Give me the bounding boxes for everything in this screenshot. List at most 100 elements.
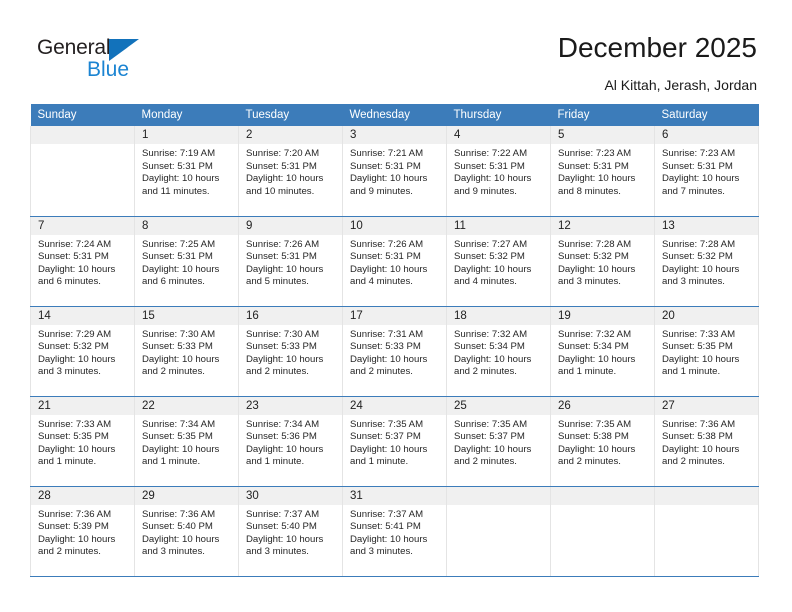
day-details: Sunrise: 7:32 AM Sunset: 5:34 PM Daylight:…: [551, 325, 654, 379]
day-number: 16: [239, 306, 342, 325]
day-number: 23: [239, 396, 342, 415]
day-detail-line: and 2 minutes.: [38, 546, 101, 558]
calendar-day-cell[interactable]: 3 Sunrise: 7:21 AM Sunset: 5:31 PM Daylight…: [342, 126, 447, 217]
weekday-header-monday: Monday: [134, 104, 239, 126]
calendar-day-cell[interactable]: 23 Sunrise: 7:34 AM Sunset: 5:36 PM Dayligh…: [238, 396, 343, 487]
day-detail-line: Daylight: 10 hours: [558, 443, 636, 455]
calendar-day-cell[interactable]: 2 Sunrise: 7:20 AM Sunset: 5:31 PM Daylight…: [238, 126, 343, 217]
calendar-week-row: 21 Sunrise: 7:33 AM Sunset: 5:35 PM Dayligh…: [30, 396, 759, 487]
calendar-day-cell[interactable]: 28 Sunrise: 7:36 AM Sunset: 5:39 PM Dayligh…: [30, 486, 135, 577]
calendar-day-cell[interactable]: 21 Sunrise: 7:33 AM Sunset: 5:35 PM Dayligh…: [30, 396, 135, 487]
calendar-day-cell[interactable]: 9 Sunrise: 7:26 AM Sunset: 5:31 PM Daylight…: [238, 216, 343, 307]
day-detail-line: and 2 minutes.: [142, 366, 205, 378]
day-detail-line: Sunrise: 7:37 AM: [246, 508, 320, 520]
calendar-day-cell[interactable]: 8 Sunrise: 7:25 AM Sunset: 5:31 PM Daylight…: [134, 216, 239, 307]
day-number: 5: [551, 126, 654, 144]
day-details: Sunrise: 7:23 AM Sunset: 5:31 PM Daylight:…: [655, 144, 758, 198]
day-detail-line: Sunrise: 7:24 AM: [38, 238, 112, 250]
generalblue-logo[interactable]: General Blue: [37, 36, 167, 86]
day-detail-line: Daylight: 10 hours: [38, 443, 116, 455]
day-number: 13: [655, 216, 758, 235]
day-detail-line: and 3 minutes.: [558, 276, 621, 288]
calendar-day-cell[interactable]: 18 Sunrise: 7:32 AM Sunset: 5:34 PM Dayligh…: [446, 306, 551, 397]
day-number: [447, 486, 550, 505]
day-detail-line: Daylight: 10 hours: [246, 353, 324, 365]
calendar-day-cell[interactable]: 15 Sunrise: 7:30 AM Sunset: 5:33 PM Dayligh…: [134, 306, 239, 397]
day-detail-line: and 2 minutes.: [246, 366, 309, 378]
day-details: Sunrise: 7:21 AM Sunset: 5:31 PM Daylight:…: [343, 144, 446, 198]
calendar-day-cell[interactable]: 24 Sunrise: 7:35 AM Sunset: 5:37 PM Dayligh…: [342, 396, 447, 487]
calendar-day-cell[interactable]: 27 Sunrise: 7:36 AM Sunset: 5:38 PM Dayligh…: [654, 396, 759, 487]
day-details: Sunrise: 7:27 AM Sunset: 5:32 PM Daylight:…: [447, 235, 550, 289]
calendar-week-row: 7 Sunrise: 7:24 AM Sunset: 5:31 PM Daylight…: [30, 216, 759, 307]
day-detail-line: and 3 minutes.: [142, 546, 205, 558]
calendar-day-cell[interactable]: 6 Sunrise: 7:23 AM Sunset: 5:31 PM Daylight…: [654, 126, 759, 217]
day-detail-line: Daylight: 10 hours: [558, 353, 636, 365]
day-detail-line: Sunset: 5:35 PM: [38, 431, 109, 443]
day-detail-line: Sunrise: 7:36 AM: [142, 508, 216, 520]
calendar-day-cell[interactable]: 10 Sunrise: 7:26 AM Sunset: 5:31 PM Dayligh…: [342, 216, 447, 307]
calendar-day-cell[interactable]: 7 Sunrise: 7:24 AM Sunset: 5:31 PM Daylight…: [30, 216, 135, 307]
calendar-page: General Blue December 2025 Al Kittah, Je…: [0, 0, 792, 612]
day-detail-line: Sunset: 5:38 PM: [662, 431, 733, 443]
day-detail-line: Daylight: 10 hours: [142, 263, 220, 275]
calendar-day-cell[interactable]: 13 Sunrise: 7:28 AM Sunset: 5:32 PM Dayligh…: [654, 216, 759, 307]
day-number: [655, 486, 758, 505]
day-detail-line: Sunrise: 7:37 AM: [350, 508, 424, 520]
day-detail-line: Daylight: 10 hours: [142, 533, 220, 545]
calendar-day-cell[interactable]: 12 Sunrise: 7:28 AM Sunset: 5:32 PM Dayligh…: [550, 216, 655, 307]
day-number: 2: [239, 126, 342, 144]
day-detail-line: and 6 minutes.: [38, 276, 101, 288]
day-number: 27: [655, 396, 758, 415]
weekday-header-sunday: Sunday: [30, 104, 135, 126]
calendar-day-cell[interactable]: 30 Sunrise: 7:37 AM Sunset: 5:40 PM Dayligh…: [238, 486, 343, 577]
day-details: Sunrise: 7:37 AM Sunset: 5:41 PM Daylight:…: [343, 505, 446, 559]
calendar-day-cell[interactable]: 14 Sunrise: 7:29 AM Sunset: 5:32 PM Dayligh…: [30, 306, 135, 397]
weekday-header-friday: Friday: [550, 104, 655, 126]
weekday-header-saturday: Saturday: [654, 104, 759, 126]
calendar-day-cell[interactable]: 5 Sunrise: 7:23 AM Sunset: 5:31 PM Daylight…: [550, 126, 655, 217]
day-detail-line: and 1 minute.: [38, 456, 97, 468]
calendar-day-cell[interactable]: 1 Sunrise: 7:19 AM Sunset: 5:31 PM Daylight…: [134, 126, 239, 217]
day-details: Sunrise: 7:35 AM Sunset: 5:38 PM Daylight:…: [551, 415, 654, 469]
day-detail-line: Sunrise: 7:30 AM: [142, 328, 216, 340]
calendar-day-cell[interactable]: 4 Sunrise: 7:22 AM Sunset: 5:31 PM Daylight…: [446, 126, 551, 217]
calendar-day-cell[interactable]: 25 Sunrise: 7:35 AM Sunset: 5:37 PM Dayligh…: [446, 396, 551, 487]
day-detail-line: Sunset: 5:32 PM: [662, 251, 733, 263]
day-details: Sunrise: 7:33 AM Sunset: 5:35 PM Daylight:…: [31, 415, 134, 469]
day-detail-line: Sunset: 5:33 PM: [246, 341, 317, 353]
day-detail-line: Sunrise: 7:31 AM: [350, 328, 424, 340]
calendar-day-cell[interactable]: 29 Sunrise: 7:36 AM Sunset: 5:40 PM Dayligh…: [134, 486, 239, 577]
day-detail-line: Sunset: 5:37 PM: [454, 431, 525, 443]
day-detail-line: Sunset: 5:35 PM: [662, 341, 733, 353]
day-detail-line: Sunset: 5:31 PM: [246, 160, 317, 172]
calendar-day-cell[interactable]: 19 Sunrise: 7:32 AM Sunset: 5:34 PM Dayligh…: [550, 306, 655, 397]
day-detail-line: Sunset: 5:31 PM: [38, 251, 109, 263]
calendar-day-cell[interactable]: 22 Sunrise: 7:34 AM Sunset: 5:35 PM Dayligh…: [134, 396, 239, 487]
day-detail-line: Daylight: 10 hours: [142, 443, 220, 455]
calendar-day-cell[interactable]: 20 Sunrise: 7:33 AM Sunset: 5:35 PM Dayligh…: [654, 306, 759, 397]
day-detail-line: Sunset: 5:32 PM: [558, 251, 629, 263]
day-detail-line: Sunrise: 7:35 AM: [558, 418, 632, 430]
calendar-day-cell[interactable]: 31 Sunrise: 7:37 AM Sunset: 5:41 PM Dayligh…: [342, 486, 447, 577]
page-header: General Blue December 2025 Al Kittah, Je…: [0, 0, 792, 100]
day-detail-line: Daylight: 10 hours: [454, 173, 532, 185]
day-detail-line: Sunset: 5:31 PM: [558, 160, 629, 172]
day-detail-line: and 3 minutes.: [350, 546, 413, 558]
day-details: Sunrise: 7:30 AM Sunset: 5:33 PM Daylight:…: [135, 325, 238, 379]
day-number: [551, 486, 654, 505]
day-detail-line: Sunrise: 7:28 AM: [558, 238, 632, 250]
day-detail-line: Daylight: 10 hours: [142, 173, 220, 185]
day-number: 31: [343, 486, 446, 505]
day-details: Sunrise: 7:26 AM Sunset: 5:31 PM Daylight:…: [343, 235, 446, 289]
day-number: 8: [135, 216, 238, 235]
day-details: Sunrise: 7:28 AM Sunset: 5:32 PM Daylight:…: [551, 235, 654, 289]
day-detail-line: and 1 minute.: [142, 456, 201, 468]
day-number: 4: [447, 126, 550, 144]
calendar-day-cell[interactable]: 17 Sunrise: 7:31 AM Sunset: 5:33 PM Dayligh…: [342, 306, 447, 397]
calendar-day-cell[interactable]: 16 Sunrise: 7:30 AM Sunset: 5:33 PM Dayligh…: [238, 306, 343, 397]
day-detail-line: and 9 minutes.: [350, 185, 413, 197]
calendar-day-cell[interactable]: 26 Sunrise: 7:35 AM Sunset: 5:38 PM Dayligh…: [550, 396, 655, 487]
day-detail-line: Sunrise: 7:34 AM: [142, 418, 216, 430]
calendar-day-cell[interactable]: 11 Sunrise: 7:27 AM Sunset: 5:32 PM Dayligh…: [446, 216, 551, 307]
